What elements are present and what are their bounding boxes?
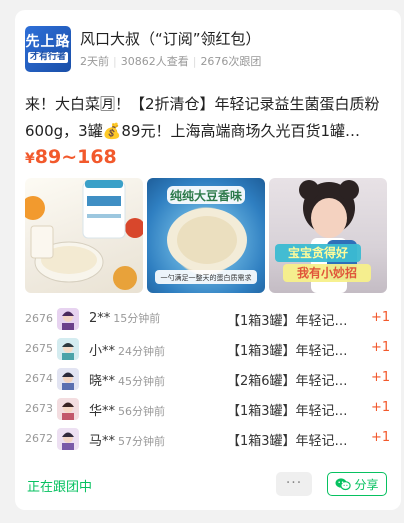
order-quantity: +1 — [371, 370, 391, 385]
buyer-name: 小** — [89, 344, 116, 359]
image3-caption-2: 我有小妙招 — [297, 265, 357, 280]
order-time: 57分钟前 — [118, 435, 166, 448]
share-label: 分享 — [354, 477, 379, 492]
order-product: 【2箱6罐】年轻记… — [227, 374, 348, 389]
order-product: 【1箱3罐】年轻记… — [227, 404, 348, 419]
order-number: 2675 — [25, 342, 53, 355]
order-quantity: +1 — [371, 400, 391, 415]
avatar-text-2: 才有行者 — [27, 52, 68, 63]
product-image-2[interactable]: 纯纯大豆香味 一勺满足一整天的蛋白质需求 — [147, 178, 265, 293]
buyer-name: 马** — [89, 434, 116, 449]
buyer-avatar — [57, 428, 79, 450]
buyer-info: 晓** 45分钟前 — [89, 370, 165, 389]
order-number: 2673 — [25, 402, 53, 415]
account-name[interactable]: 风口大叔（“订阅”领红包） — [80, 28, 261, 49]
order-row: 2674 晓** 45分钟前 【2箱6罐】年轻记… +1 — [15, 367, 401, 391]
post-title[interactable]: 来！大白菜🈷！【2折清仓】年轻记录益生菌蛋白质粉600g，3罐💰89元！上海高端… — [25, 91, 393, 145]
price-value: 89~168 — [34, 146, 117, 168]
buyer-avatar — [57, 338, 79, 360]
more-button[interactable]: ··· — [276, 472, 312, 496]
follow-count: 2676次跟团 — [200, 55, 262, 68]
buyer-info: 2** 15分钟前 — [89, 310, 160, 326]
order-time: 15分钟前 — [113, 312, 161, 325]
order-row: 2672 马** 57分钟前 【1箱3罐】年轻记… +1 — [15, 427, 401, 451]
currency-symbol: ¥ — [25, 151, 35, 167]
order-time: 56分钟前 — [118, 405, 166, 418]
order-number: 2674 — [25, 372, 53, 385]
buyer-info: 华** 56分钟前 — [89, 400, 165, 419]
buyer-name: 华** — [89, 404, 116, 419]
order-row: 2675 小** 24分钟前 【1箱3罐】年轻记… +1 — [15, 337, 401, 361]
group-status: 正在跟团中 — [27, 480, 93, 495]
buyer-avatar — [57, 368, 79, 390]
order-number: 2676 — [25, 312, 53, 325]
child-drinking-illustration: 宝宝贪得好 我有小妙招 — [275, 180, 371, 293]
order-product: 【1箱3罐】年轻记… — [227, 314, 348, 329]
view-count: 30862人查看 — [120, 55, 189, 68]
image2-caption-top: 纯纯大豆香味 — [170, 188, 242, 203]
price-range: ¥89~168 — [25, 146, 117, 168]
buyer-name: 晓** — [89, 374, 116, 389]
order-time: 45分钟前 — [118, 375, 166, 388]
buyer-name: 2** — [89, 311, 111, 326]
product-image-1[interactable] — [25, 178, 143, 293]
image3-caption-1: 宝宝贪得好 — [288, 245, 348, 260]
order-quantity: +1 — [371, 310, 391, 325]
order-product: 【1箱3罐】年轻记… — [227, 434, 348, 449]
order-quantity: +1 — [371, 430, 391, 445]
group-buy-card[interactable]: 先上路 才有行者 风口大叔（“订阅”领红包） 2天前 | 30862人查看 | 2676… — [15, 10, 401, 510]
milk-powder-illustration — [25, 180, 143, 290]
buyer-info: 马** 57分钟前 — [89, 430, 165, 449]
powder-scoop-illustration: 纯纯大豆香味 一勺满足一整天的蛋白质需求 — [155, 186, 257, 284]
buyer-avatar — [57, 308, 79, 330]
wechat-icon — [335, 478, 352, 491]
order-product: 【1箱3罐】年轻记… — [227, 344, 348, 359]
product-image-3[interactable]: 宝宝贪得好 我有小妙招 — [269, 178, 387, 293]
post-header: 先上路 才有行者 风口大叔（“订阅”领红包） 2天前 | 30862人查看 | 2676… — [25, 26, 391, 74]
account-avatar[interactable]: 先上路 才有行者 — [25, 26, 71, 72]
buyer-info: 小** 24分钟前 — [89, 340, 165, 359]
buyer-avatar — [57, 398, 79, 420]
post-time: 2天前 — [80, 55, 109, 68]
order-row: 2676 2** 15分钟前 【1箱3罐】年轻记… +1 — [15, 307, 401, 331]
order-time: 24分钟前 — [118, 345, 166, 358]
order-number: 2672 — [25, 432, 53, 445]
image2-caption-bottom: 一勺满足一整天的蛋白质需求 — [161, 273, 252, 282]
share-button[interactable]: 分享 — [327, 472, 387, 496]
order-quantity: +1 — [371, 340, 391, 355]
post-meta: 2天前 | 30862人查看 | 2676次跟团 — [80, 55, 262, 68]
order-row: 2673 华** 56分钟前 【1箱3罐】年轻记… +1 — [15, 397, 401, 421]
avatar-text-1: 先上路 — [25, 34, 71, 50]
